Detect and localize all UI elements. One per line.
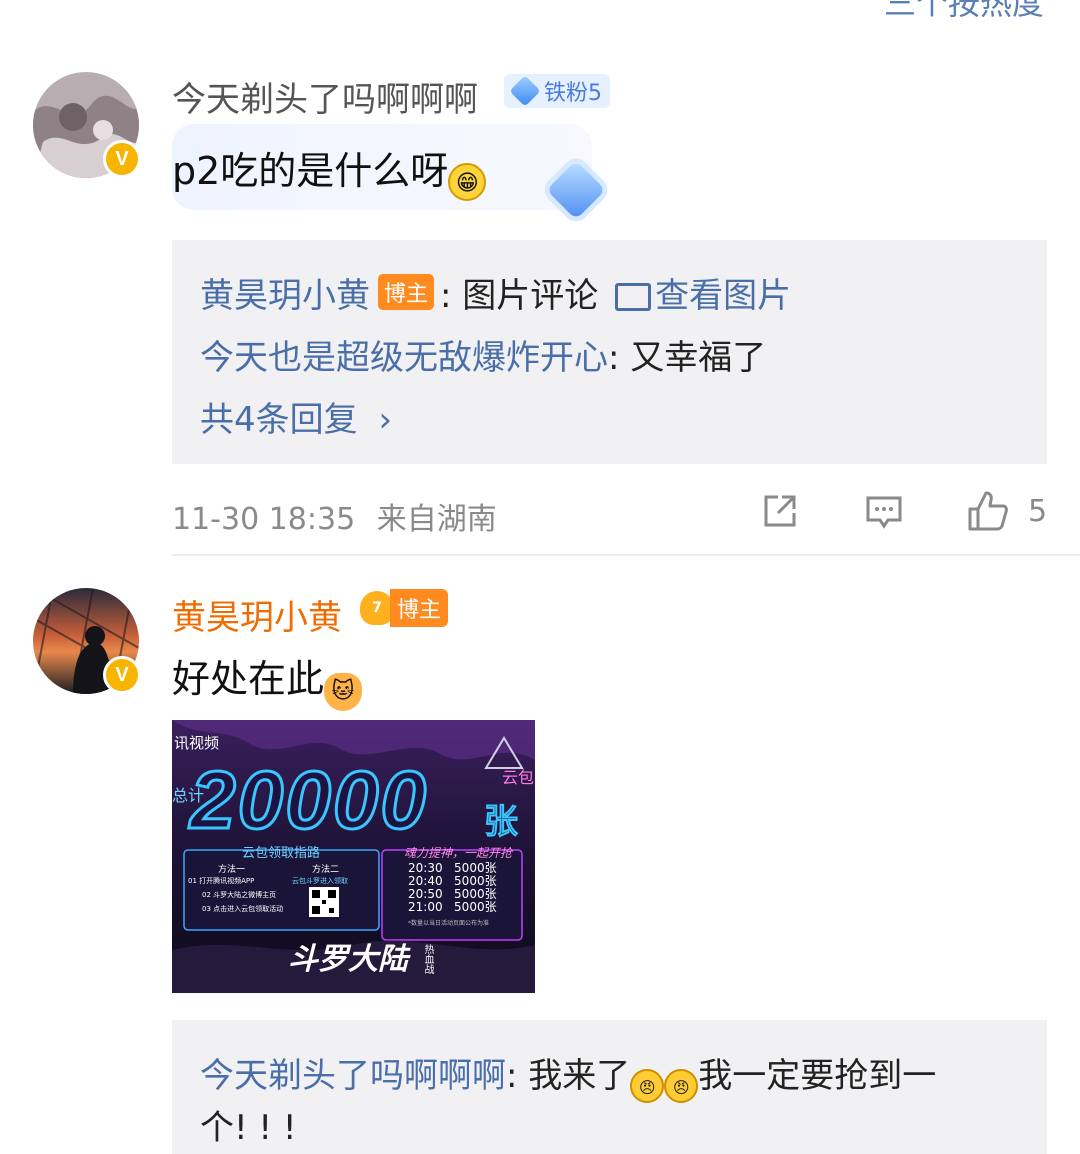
reply-text: : 又幸福了 — [608, 338, 767, 378]
reply-text: 图片评论 — [462, 276, 599, 316]
host-badge-label: 博主 — [390, 589, 449, 627]
verified-badge-icon: V — [103, 140, 141, 178]
angry-emoji-icon: 😠 — [664, 1069, 699, 1103]
more-replies-link[interactable]: 共4条回复 › — [200, 392, 392, 441]
poster-headline: 20000 — [188, 754, 429, 848]
view-image-link[interactable]: 查看图片 — [609, 276, 791, 316]
poster-step-2: 02 斗罗大陆之微博主页 — [202, 891, 277, 899]
poster-step-right: 云包斗罗进入领取 — [292, 877, 348, 885]
like-icon[interactable] — [966, 489, 1010, 533]
poster-footnote: *数量以当日活动页面公布为准 — [408, 920, 490, 927]
location: 来自湖南 — [376, 502, 497, 537]
avatar[interactable]: V — [33, 588, 141, 696]
poster-logo-sub: 热血战 — [422, 944, 433, 974]
fan-level-label: 铁粉5 — [544, 81, 602, 106]
crown-icon: 7 — [360, 591, 394, 625]
schedule-row: 21:00 5000张 — [408, 900, 497, 914]
reply-text: 个! ! ! — [200, 1108, 297, 1148]
poster-logo: 斗罗大陆 — [288, 942, 408, 977]
reply-line: 今天也是超级无敌爆炸开心: 又幸福了 — [200, 330, 766, 379]
comment-divider — [172, 554, 1080, 556]
comment-content: p2吃的是什么呀 😁 — [172, 140, 487, 201]
poster-step-1: 01 打开腾讯视频APP — [188, 877, 255, 885]
reply-preview-box[interactable]: 黄昊玥小黄 博主: 图片评论 查看图片 今天也是超级无敌爆炸开心: 又幸福了 共4… — [172, 240, 1047, 464]
fan-level-badge[interactable]: 铁粉5 — [504, 74, 610, 108]
host-level-badge[interactable]: 7 博主 — [360, 589, 449, 627]
comment-content: 好处在此 🐱 — [172, 648, 363, 711]
verified-badge-icon: V — [103, 656, 141, 694]
diamond-icon — [509, 75, 541, 107]
comment-image[interactable]: 讯视频 总计 20000 张 云包 云包领取指路 方法一 方法二 01 打开腾讯… — [172, 720, 535, 993]
cat-love-emoji-icon: 🐱 — [324, 673, 363, 711]
comment-meta: 11-30 18:35 来自湖南 — [172, 494, 497, 538]
comment-username[interactable]: 黄昊玥小黄 — [172, 590, 342, 639]
comment-text: 好处在此 — [172, 657, 325, 701]
angry-emoji-icon: 😠 — [630, 1069, 665, 1103]
comment-username[interactable]: 今天剃头了吗啊啊啊 — [172, 72, 478, 121]
reply-username[interactable]: 黄昊玥小黄 — [200, 276, 370, 316]
grin-emoji-icon: 😁 — [448, 163, 487, 201]
poster-corner-text: 云包 — [502, 768, 535, 787]
reply-username[interactable]: 今天剃头了吗啊啊啊 — [200, 1056, 506, 1096]
poster-headline-suffix: 张 — [483, 801, 519, 843]
poster-step-3: 03 点击进入云包领取活动 — [202, 905, 284, 913]
chevron-right-icon: › — [378, 400, 393, 440]
reply-line: 黄昊玥小黄 博主: 图片评论 查看图片 — [200, 268, 791, 317]
sort-by-heat-label-cut[interactable]: 三个按热度 — [884, 0, 1044, 24]
host-tag: 博主 — [378, 274, 435, 310]
reply-separator: : — [440, 276, 452, 316]
avatar[interactable]: V — [33, 72, 141, 180]
poster-brand: 讯视频 — [174, 734, 220, 752]
reply-line: 今天剃头了吗啊啊啊: 我来了 😠 😠 我一定要抢到一 — [200, 1048, 936, 1103]
share-icon[interactable] — [760, 491, 800, 531]
reply-text: 我一定要抢到一 — [698, 1056, 937, 1096]
reply-username[interactable]: 今天也是超级无敌爆炸开心 — [200, 338, 608, 378]
image-icon — [615, 283, 652, 311]
comment-text: p2吃的是什么呀 — [172, 149, 449, 193]
reply-preview-box[interactable]: 今天剃头了吗啊啊啊: 我来了 😠 😠 我一定要抢到一 个! ! ! — [172, 1020, 1047, 1154]
view-image-label: 查看图片 — [655, 276, 792, 316]
poster-method-2: 方法二 — [312, 865, 340, 875]
poster-guide-title: 云包领取指路 — [242, 846, 321, 861]
comment-icon[interactable] — [864, 492, 904, 532]
timestamp: 11-30 18:35 — [172, 502, 356, 537]
poster-method-1: 方法一 — [218, 865, 246, 875]
poster-slogan: 魂力提神，一起开抢 — [404, 846, 513, 860]
poster-schedule: 20:30 5000张 20:40 5000张 20:50 5000张 21:0… — [408, 862, 497, 914]
reply-line: 个! ! ! — [200, 1100, 297, 1149]
like-count: 5 — [1028, 494, 1048, 529]
reply-text: : 我来了 — [506, 1056, 631, 1096]
more-replies-label: 共4条回复 — [200, 400, 358, 440]
